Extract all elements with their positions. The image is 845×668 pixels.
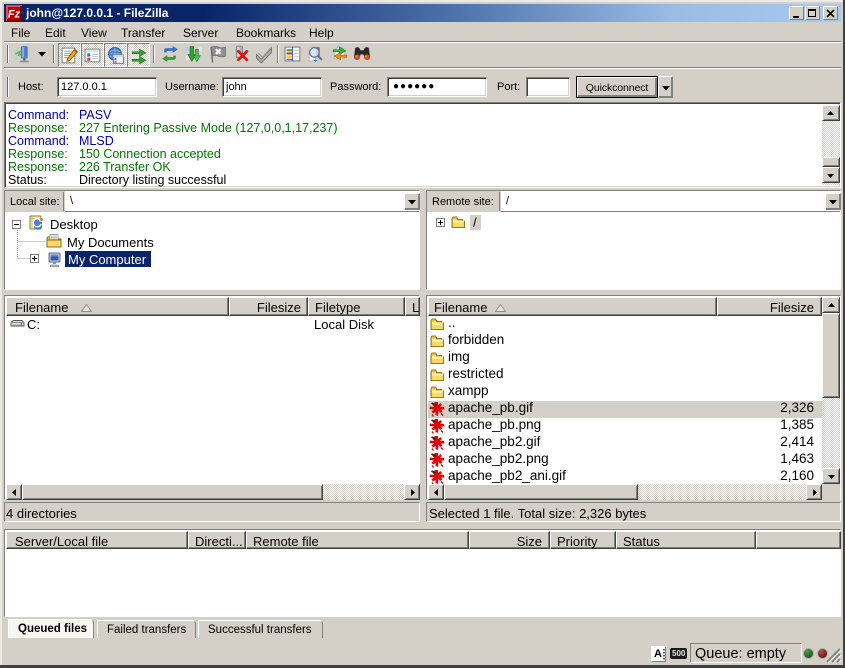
svg-text:Fz: Fz bbox=[8, 9, 21, 21]
